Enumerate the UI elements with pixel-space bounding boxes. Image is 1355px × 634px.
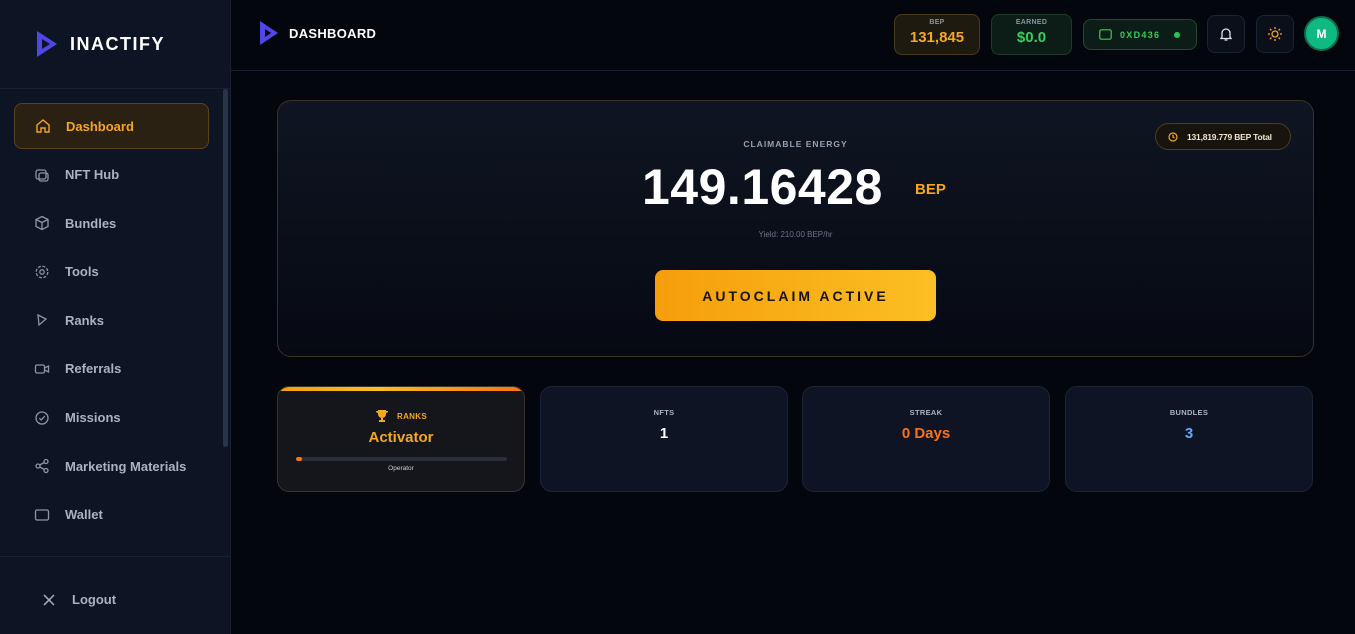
- sidebar-item-label: Missions: [65, 410, 121, 426]
- ranks-header: RANKS: [278, 409, 524, 423]
- claim-card: 131,819.779 BEP Total CLAIMABLE ENERGY 1…: [277, 100, 1314, 357]
- autoclaim-button[interactable]: AUTOCLAIM ACTIVE: [655, 270, 936, 321]
- rank-progress-fill: [296, 457, 303, 461]
- sidebar-item-bundles[interactable]: Bundles: [14, 200, 209, 246]
- sidebar-item-marketing-materials[interactable]: Marketing Materials: [14, 443, 209, 489]
- share-icon: [35, 459, 49, 474]
- yield-rate: Yield: 210.00 BEP/hr: [758, 230, 833, 239]
- logout-button[interactable]: Logout: [42, 592, 116, 607]
- top-header: DASHBOARD BEP 131,845 EARNED $0.0 0XD436…: [231, 0, 1355, 71]
- page-title-text: DASHBOARD: [289, 25, 377, 41]
- ranks-card-accent-bar: [278, 387, 524, 391]
- sidebar-item-label: Bundles: [65, 215, 117, 231]
- streak-card[interactable]: STREAK 0 Days: [802, 386, 1050, 492]
- check-circle-icon: [35, 410, 49, 425]
- wallet-address-button[interactable]: 0XD436: [1083, 19, 1197, 50]
- streak-value: 0 Days: [901, 425, 951, 442]
- sidebar-item-ranks[interactable]: Ranks: [14, 297, 209, 343]
- sidebar-item-label: Wallet: [65, 507, 103, 523]
- streak-label: STREAK: [909, 408, 943, 417]
- bell-icon: [1219, 28, 1233, 41]
- bundles-label: BUNDLES: [1169, 408, 1209, 417]
- ranks-card[interactable]: RANKS Activator Operator: [277, 386, 525, 492]
- rank-progress-bar: [296, 457, 507, 461]
- bep-balance-label: BEP: [929, 19, 945, 26]
- sidebar-item-wallet[interactable]: Wallet: [14, 492, 209, 538]
- sidebar-item-label: Ranks: [65, 312, 105, 328]
- earned-value: $0.0: [1016, 29, 1047, 46]
- bep-balance-pill[interactable]: BEP 131,845: [894, 14, 980, 55]
- sidebar-item-tools[interactable]: Tools: [14, 249, 209, 295]
- notifications-button[interactable]: [1207, 15, 1245, 53]
- close-icon: [43, 593, 55, 606]
- bundles-value: 3: [1184, 425, 1194, 442]
- home-icon: [36, 119, 50, 133]
- sidebar-item-label: Dashboard: [66, 118, 134, 134]
- logout-label: Logout: [72, 592, 117, 607]
- logo-icon: [260, 21, 278, 45]
- sidebar-item-nft-hub[interactable]: NFT Hub: [14, 152, 209, 198]
- page-title: DASHBOARD: [258, 20, 376, 46]
- claimable-energy-label: CLAIMABLE ENERGY: [743, 139, 848, 149]
- sun-icon: [1268, 27, 1282, 41]
- brand[interactable]: INACTIFY: [0, 0, 230, 89]
- next-rank: Operator: [388, 465, 414, 472]
- bep-balance-value: 131,845: [909, 29, 965, 46]
- sidebar: INACTIFY Dashboard NFT Hub Bundles Tools…: [0, 0, 231, 634]
- bundles-card[interactable]: BUNDLES 3: [1065, 386, 1313, 492]
- video-icon: [34, 364, 50, 374]
- sidebar-item-label: Marketing Materials: [65, 458, 187, 474]
- claimable-energy-unit: BEP: [915, 181, 946, 198]
- sidebar-item-referrals[interactable]: Referrals: [14, 346, 209, 392]
- nfts-label: NFTS: [653, 408, 675, 417]
- connection-status-dot: [1174, 31, 1181, 38]
- nft-icon: [35, 168, 49, 182]
- sidebar-scrollbar[interactable]: [223, 89, 228, 447]
- logo-icon: [37, 31, 57, 57]
- gear-icon: [35, 265, 49, 279]
- sidebar-item-label: NFT Hub: [65, 167, 120, 183]
- sidebar-item-label: Tools: [65, 264, 99, 280]
- wallet-address: 0XD436: [1120, 29, 1161, 40]
- theme-toggle-button[interactable]: [1256, 15, 1294, 53]
- earned-pill[interactable]: EARNED $0.0: [991, 14, 1072, 55]
- earned-label: EARNED: [1015, 19, 1048, 26]
- nfts-value: 1: [659, 425, 669, 442]
- ranks-label: RANKS: [397, 411, 427, 421]
- sidebar-footer: Logout: [0, 556, 230, 634]
- nfts-card[interactable]: NFTS 1: [540, 386, 788, 492]
- wallet-icon: [34, 509, 50, 521]
- rank-icon: [37, 314, 48, 327]
- trophy-icon: [376, 410, 389, 422]
- sidebar-item-dashboard[interactable]: Dashboard: [14, 103, 209, 149]
- sidebar-item-missions[interactable]: Missions: [14, 395, 209, 441]
- wallet-icon: [1099, 29, 1112, 40]
- sidebar-item-label: Referrals: [65, 361, 122, 377]
- box-icon: [35, 215, 49, 231]
- avatar[interactable]: M: [1304, 16, 1339, 51]
- current-rank: Activator: [368, 429, 434, 446]
- claimable-energy-value: 149.16428: [642, 159, 883, 215]
- brand-name: INACTIFY: [70, 33, 165, 54]
- sidebar-nav: Dashboard NFT Hub Bundles Tools Ranks Re…: [0, 103, 222, 540]
